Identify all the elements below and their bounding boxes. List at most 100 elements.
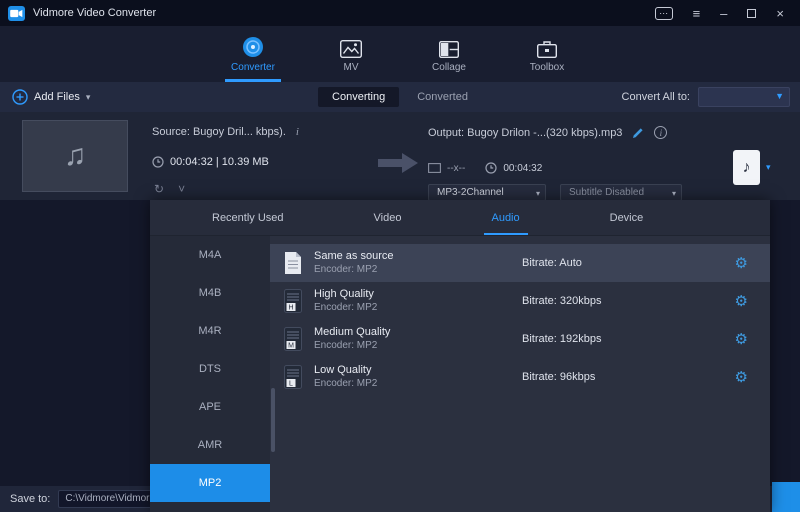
clock-icon [485,162,497,174]
popup-active-tab-underline [484,233,528,235]
caret-down-icon: ▾ [536,186,540,201]
chevron-down-icon[interactable]: ˅ [178,182,185,196]
sidebar-item-m4b[interactable]: M4B [150,274,270,312]
music-note-icon: ♫ [64,139,87,173]
convert-all-to: Convert All to: ▼ [622,87,790,107]
output-format-badge[interactable]: ♪ [733,150,760,185]
format-sidebar: M4A M4B M4R DTS APE AMR MP2 [150,236,270,512]
convert-all-to-label: Convert All to: [622,91,690,103]
convert-state-tabs: Converting Converted [318,87,482,107]
output-info-icon[interactable]: i [654,126,667,139]
tab-converter-label: Converter [231,62,275,73]
subtitle-dropdown[interactable]: Subtitle Disabled ▾ [560,184,682,201]
svg-text:H: H [288,305,293,312]
profile-bitrate: Bitrate: 320kbps [522,295,602,307]
source-label: Source: Bugoy Dril... kbps). [152,126,286,138]
profile-bitrate: Bitrate: 96kbps [522,371,595,383]
profile-row-high-quality[interactable]: H High Quality Encoder: MP2 Bitrate: 320… [270,282,770,320]
popup-tab-recently-used[interactable]: Recently Used [212,212,284,224]
source-info-icon[interactable]: i [296,126,299,138]
sidebar-scrollbar[interactable] [271,388,275,452]
feedback-icon[interactable]: ⋯ [655,7,673,20]
quality-icon: L [284,365,302,389]
profile-name: Medium Quality [314,326,390,339]
app-window: Vidmore Video Converter ⋯ ≡ – × Converte… [0,0,800,512]
popup-tab-device[interactable]: Device [610,212,644,224]
settings-gear-icon[interactable]: ⚙ [735,254,748,272]
profile-encoder: Encoder: MP2 [314,263,393,276]
profile-name: Same as source [314,250,393,263]
collage-icon [439,36,459,58]
convert-all-to-dropdown[interactable]: ▼ [698,87,790,107]
sidebar-item-mp2[interactable]: MP2 [150,464,270,502]
profile-bitrate: Bitrate: Auto [522,257,582,269]
svg-text:M: M [288,343,294,350]
tab-mv-label: MV [344,62,359,73]
refresh-icon[interactable]: ↻ [154,182,164,196]
tab-converted[interactable]: Converted [403,87,482,107]
output-duration: 00:04:32 [503,163,542,174]
sidebar-item-ape[interactable]: APE [150,388,270,426]
profile-encoder: Encoder: MP2 [314,339,390,352]
format-badge-caret-icon[interactable]: ▾ [766,162,771,173]
quality-icon: H [284,289,302,313]
output-dimensions: --x-- [447,163,465,174]
close-icon[interactable]: × [776,7,784,20]
source-duration-size: 00:04:32 | 10.39 MB [170,156,269,168]
minimize-icon[interactable]: – [720,7,727,20]
format-note-icon: ♪ [743,159,751,177]
profile-row-same-as-source[interactable]: Same as source Encoder: MP2 Bitrate: Aut… [270,244,770,282]
settings-gear-icon[interactable]: ⚙ [735,292,748,310]
format-dropdown-value: MP3-2Channel [437,187,504,198]
profile-encoder: Encoder: MP2 [314,301,377,314]
main-nav: Converter MV Collage Toolbox [0,26,800,82]
tab-collage[interactable]: Collage [420,26,478,82]
app-logo-icon [8,6,25,21]
profile-name: High Quality [314,288,377,301]
edit-pencil-icon[interactable] [632,127,644,139]
output-label: Output: Bugoy Drilon -...(320 kbps).mp3 [428,127,622,139]
dropdown-arrow-icon: ▼ [775,91,784,101]
titlebar: Vidmore Video Converter ⋯ ≡ – × [0,0,800,26]
maximize-icon[interactable] [747,9,756,18]
convert-arrow-icon [378,152,418,179]
resolution-icon [428,163,441,173]
toolbar: Add Files ▾ Converting Converted Convert… [0,82,800,112]
convert-all-button[interactable] [772,482,800,512]
format-dropdown[interactable]: MP3-2Channel ▾ [428,184,546,201]
tab-converter[interactable]: Converter [224,26,282,82]
format-picker-popup: Recently Used Video Audio Device M4A M4B… [150,200,770,512]
popup-tab-audio[interactable]: Audio [491,212,519,224]
app-title: Vidmore Video Converter [33,7,156,19]
tab-collage-label: Collage [432,62,466,73]
sidebar-item-dts[interactable]: DTS [150,350,270,388]
window-controls: ⋯ ≡ – × [655,7,800,20]
menu-icon[interactable]: ≡ [693,7,701,20]
subtitle-dropdown-value: Subtitle Disabled [569,187,644,198]
settings-gear-icon[interactable]: ⚙ [735,368,748,386]
popup-tab-audio-label: Audio [491,212,519,224]
sidebar-item-m4a[interactable]: M4A [150,236,270,274]
save-to-label: Save to: [10,493,50,505]
mv-icon [340,36,362,58]
sidebar-item-amr[interactable]: AMR [150,426,270,464]
file-thumbnail: ♫ [22,120,128,192]
sidebar-item-m4r[interactable]: M4R [150,312,270,350]
tab-converting[interactable]: Converting [318,87,399,107]
add-files-caret-icon: ▾ [86,92,91,103]
tab-mv[interactable]: MV [322,26,380,82]
profile-row-medium-quality[interactable]: M Medium Quality Encoder: MP2 Bitrate: 1… [270,320,770,358]
add-files-label: Add Files [34,91,80,103]
svg-text:L: L [289,381,293,388]
caret-down-icon: ▾ [672,186,676,201]
document-icon [284,251,302,275]
clock-icon [152,156,164,168]
file-item-row: ♫ Source: Bugoy Dril... kbps). i 00:04:3… [0,112,800,200]
settings-gear-icon[interactable]: ⚙ [735,330,748,348]
tab-toolbox[interactable]: Toolbox [518,26,576,82]
profile-row-low-quality[interactable]: L Low Quality Encoder: MP2 Bitrate: 96kb… [270,358,770,396]
tab-toolbox-label: Toolbox [530,62,564,73]
add-files-button[interactable]: Add Files ▾ [12,89,90,105]
popup-tab-video[interactable]: Video [374,212,402,224]
converter-disc-icon [242,36,264,58]
